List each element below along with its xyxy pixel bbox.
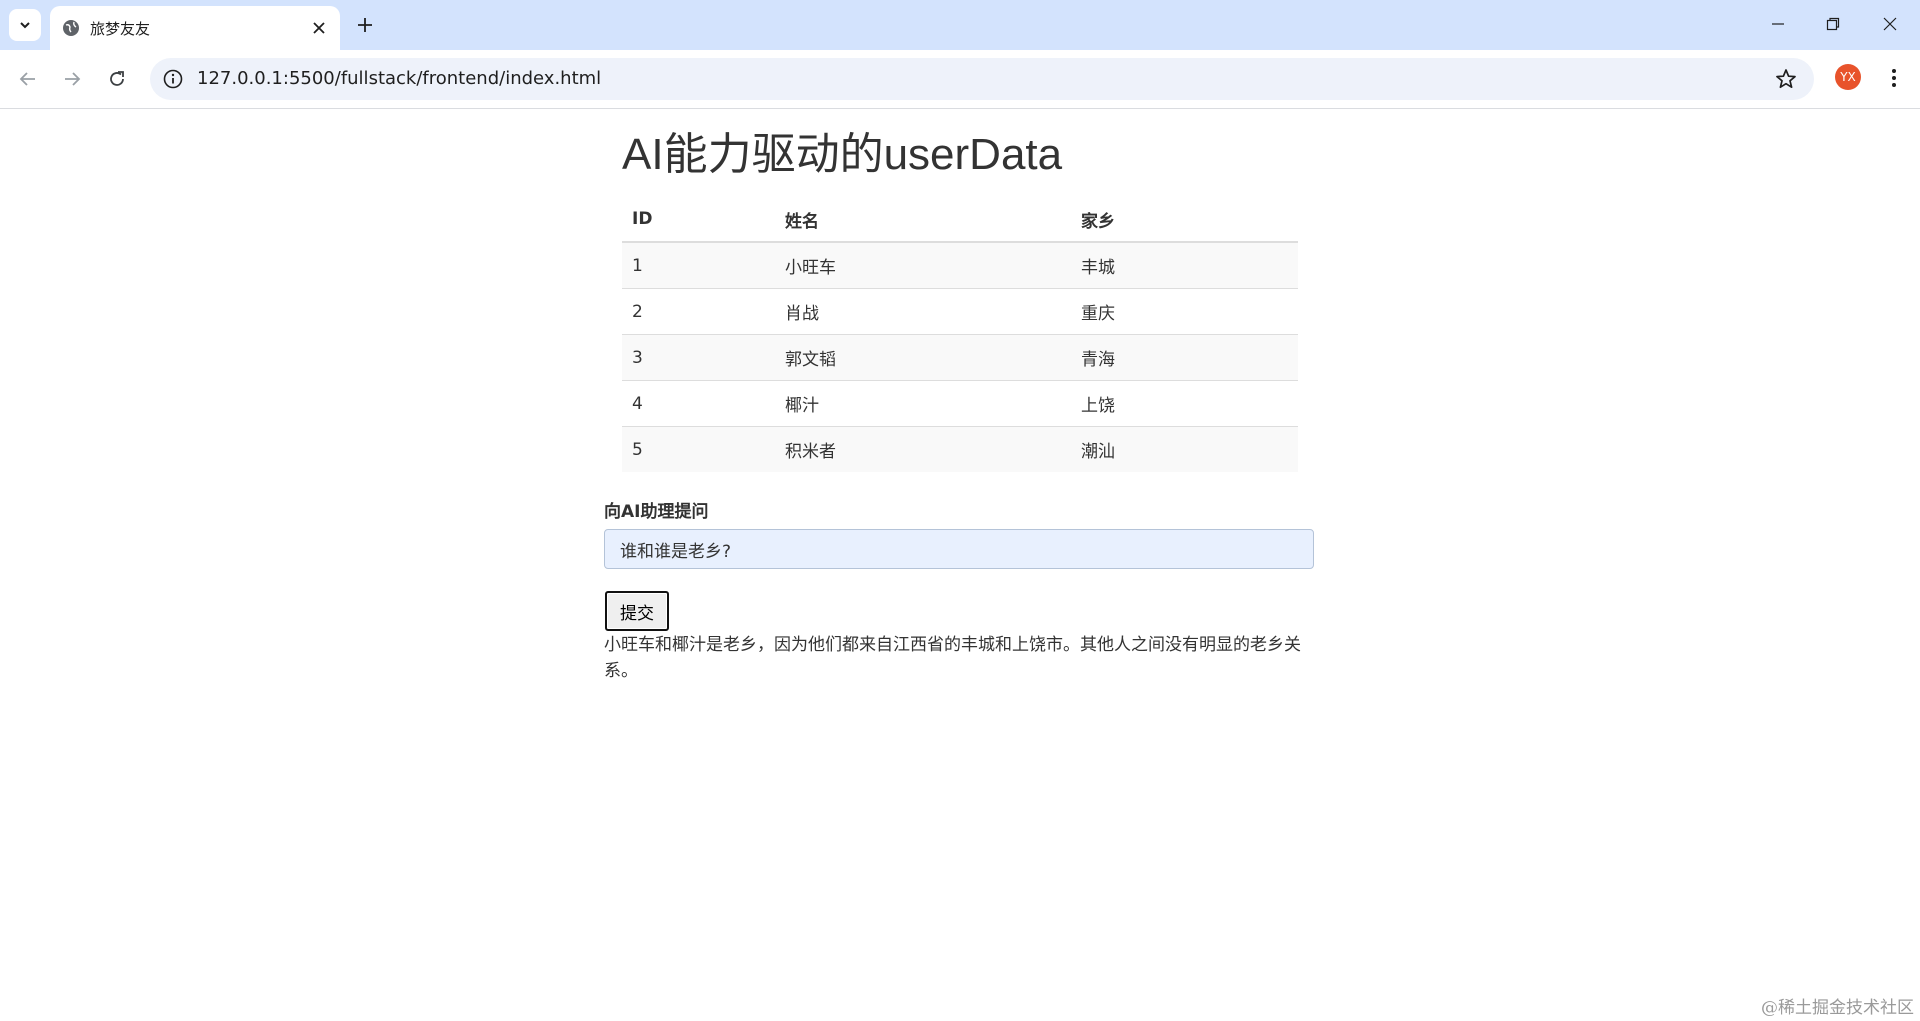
profile-avatar[interactable]: YX — [1835, 64, 1861, 90]
new-tab-button[interactable] — [352, 12, 378, 38]
table-row: 4 椰汁 上饶 — [622, 380, 1298, 427]
arrow-left-icon — [19, 72, 35, 86]
cell-name: 椰汁 — [775, 380, 1071, 427]
close-window-button[interactable] — [1872, 8, 1908, 40]
more-vertical-icon — [1892, 69, 1896, 87]
arrow-right-icon — [65, 72, 81, 86]
table-row: 2 肖战 重庆 — [622, 288, 1298, 335]
restore-icon — [1826, 17, 1840, 31]
address-bar[interactable]: 127.0.0.1:5500/fullstack/frontend/index.… — [150, 58, 1814, 100]
cell-name: 小旺车 — [775, 241, 1071, 289]
cell-id: 5 — [622, 426, 775, 472]
column-header-name: 姓名 — [775, 197, 1071, 243]
cell-id: 2 — [622, 288, 775, 335]
column-header-hometown: 家乡 — [1071, 197, 1298, 243]
cell-name: 积米者 — [775, 426, 1071, 472]
page-content: AI能力驱动的userData ID 姓名 家乡 1 小旺车 丰城 2 肖战 重… — [0, 109, 1920, 1021]
user-table: ID 姓名 家乡 1 小旺车 丰城 2 肖战 重庆 3 郭文韬 青海 4 椰汁 … — [622, 197, 1298, 472]
question-label: 向AI助理提问 — [604, 502, 709, 522]
close-icon — [313, 22, 325, 34]
tab-strip: 旅梦友友 — [0, 0, 1920, 50]
minimize-icon — [1772, 23, 1784, 25]
cell-hometown: 重庆 — [1071, 288, 1298, 335]
browser-toolbar: 127.0.0.1:5500/fullstack/frontend/index.… — [0, 50, 1920, 109]
column-header-id: ID — [622, 197, 775, 243]
reload-icon — [110, 71, 124, 86]
cell-name: 郭文韬 — [775, 334, 1071, 381]
cell-id: 3 — [622, 334, 775, 381]
close-tab-button[interactable] — [308, 17, 330, 39]
tab-search-button[interactable] — [9, 9, 41, 41]
cell-hometown: 潮汕 — [1071, 426, 1298, 472]
plus-icon — [358, 18, 372, 32]
forward-button[interactable] — [56, 63, 88, 95]
close-icon — [1883, 17, 1897, 31]
back-button[interactable] — [12, 63, 44, 95]
reload-button[interactable] — [101, 63, 133, 95]
cell-hometown: 丰城 — [1071, 241, 1298, 289]
minimize-button[interactable] — [1760, 8, 1796, 40]
info-icon[interactable] — [162, 68, 184, 90]
cell-id: 1 — [622, 241, 775, 289]
browser-tab[interactable]: 旅梦友友 — [50, 6, 340, 50]
submit-button[interactable]: 提交 — [605, 591, 669, 631]
url-text[interactable]: 127.0.0.1:5500/fullstack/frontend/index.… — [197, 68, 601, 89]
chevron-down-icon — [20, 22, 30, 29]
ai-answer: 小旺车和椰汁是老乡，因为他们都来自江西省的丰城和上饶市。其他人之间没有明显的老乡… — [604, 635, 1301, 681]
globe-icon — [63, 20, 79, 36]
page-title: AI能力驱动的userData — [622, 130, 1063, 179]
table-row: 1 小旺车 丰城 — [622, 241, 1298, 289]
cell-hometown: 上饶 — [1071, 380, 1298, 427]
watermark: @稀土掘金技术社区 — [1761, 998, 1914, 1018]
cell-id: 4 — [622, 380, 775, 427]
cell-name: 肖战 — [775, 288, 1071, 335]
table-header-row: ID 姓名 家乡 — [622, 197, 1298, 243]
table-row: 5 积米者 潮汕 — [622, 426, 1298, 472]
star-icon[interactable] — [1774, 67, 1798, 91]
table-row: 3 郭文韬 青海 — [622, 334, 1298, 381]
cell-hometown: 青海 — [1071, 334, 1298, 381]
restore-button[interactable] — [1815, 8, 1851, 40]
menu-button[interactable] — [1880, 62, 1908, 94]
question-input[interactable] — [604, 529, 1314, 569]
tab-title: 旅梦友友 — [90, 20, 151, 38]
